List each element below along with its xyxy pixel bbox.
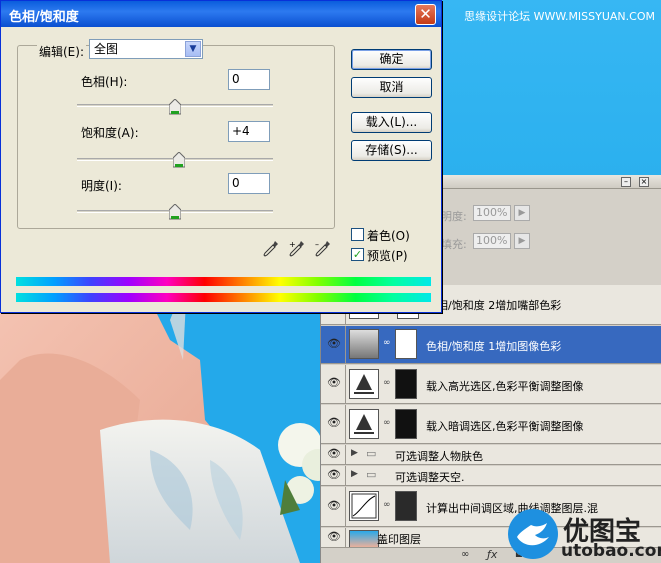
eye-icon[interactable]: 👁 (325, 447, 343, 463)
group-name: 可选调整人物肤色 (395, 450, 483, 463)
edit-select-value: 全图 (94, 42, 119, 56)
layer-group-sky[interactable]: 👁 ▶ ▭ 可选调整天空. (321, 466, 661, 486)
eyedropper-minus-icon[interactable]: – (315, 240, 331, 258)
hue-label: 色相(H): (81, 75, 128, 89)
output-hue-spectrum-bar (16, 293, 431, 302)
lightness-input[interactable]: 0 (228, 173, 270, 194)
fill-label: 填充: (441, 238, 467, 251)
opacity-dropdown-icon[interactable]: ▶ (514, 205, 530, 221)
layer-name: 盖印图层 (377, 533, 421, 546)
folder-icon: ▭ (366, 447, 377, 460)
dialog-titlebar[interactable]: 色相/饱和度 ✕ (1, 1, 441, 27)
layer-row-hue-sat-1[interactable]: 👁 ∞ 色相/饱和度 1增加图像色彩 (321, 326, 661, 364)
colorize-checkbox[interactable] (351, 228, 364, 241)
color-balance-thumbnail (349, 409, 379, 439)
opacity-label: 明度: (441, 210, 467, 223)
link-layers-icon[interactable]: ∞ (461, 549, 469, 560)
mask-thumbnail (395, 409, 417, 439)
opacity-field[interactable]: 100% (473, 205, 511, 221)
chain-link-icon: ∞ (383, 378, 391, 388)
logo-url: utobao.com (561, 541, 661, 561)
eye-icon[interactable]: 👁 (325, 499, 343, 515)
utobao-logo: 优图宝 utobao.com (505, 505, 661, 563)
chevron-down-icon[interactable]: ▼ (185, 41, 201, 57)
layer-row-highlight-balance[interactable]: 👁 ∞ 载入高光选区,色彩平衡调整图像 (321, 365, 661, 404)
close-button[interactable]: ✕ (415, 4, 436, 25)
expand-triangle-icon[interactable]: ▶ (351, 448, 358, 458)
hue-saturation-dialog: 色相/饱和度 ✕ 编辑(E): 全图 ▼ 色相(H): 0 饱和度(A): +4… (0, 0, 442, 313)
edit-select[interactable]: 全图 ▼ (89, 39, 203, 59)
fill-field[interactable]: 100% (473, 233, 511, 249)
mask-thumbnail (395, 491, 417, 521)
layer-name: 载入高光选区,色彩平衡调整图像 (426, 380, 584, 393)
cancel-button[interactable]: 取消 (351, 77, 432, 98)
chain-link-icon: ∞ (383, 418, 391, 428)
chain-link-icon: ∞ (383, 338, 391, 348)
close-icon[interactable]: × (639, 177, 649, 187)
layer-name: 色相/饱和度 2增加嘴部色彩 (426, 299, 562, 312)
eye-icon[interactable]: 👁 (325, 337, 343, 353)
background-photo-bride (0, 300, 330, 563)
ok-button[interactable]: 确定 (351, 49, 432, 70)
saturation-slider-thumb[interactable] (172, 152, 185, 168)
load-button[interactable]: 载入(L)... (351, 112, 432, 133)
edit-label: 编辑(E): (37, 43, 86, 60)
settings-group (17, 45, 335, 229)
colorize-label: 着色(O) (367, 229, 410, 243)
image-thumbnail (349, 530, 379, 548)
layer-group-skin[interactable]: 👁 ▶ ▭ 可选调整人物肤色 (321, 445, 661, 465)
save-button[interactable]: 存储(S)... (351, 140, 432, 161)
eye-icon[interactable]: 👁 (325, 416, 343, 432)
curves-thumbnail (349, 491, 379, 521)
site-watermark: 思缘设计论坛 WWW.MISSYUAN.COM (464, 10, 655, 23)
bird-logo-icon (508, 509, 558, 559)
eye-icon[interactable]: 👁 (325, 468, 343, 484)
eye-icon[interactable]: 👁 (325, 530, 343, 546)
layer-style-icon[interactable]: ƒx (487, 548, 497, 561)
expand-triangle-icon[interactable]: ▶ (351, 469, 358, 479)
mask-thumbnail (395, 369, 417, 399)
svg-text:–: – (315, 240, 319, 249)
input-hue-spectrum-bar (16, 277, 431, 286)
saturation-input[interactable]: +4 (228, 121, 270, 142)
svg-text:+: + (289, 240, 296, 249)
hue-slider-thumb[interactable] (169, 99, 181, 115)
preview-checkbox[interactable]: ✓ (351, 248, 364, 261)
chain-link-icon: ∞ (383, 500, 391, 510)
layer-name: 色相/饱和度 1增加图像色彩 (426, 340, 562, 353)
group-name: 可选调整天空. (395, 471, 465, 484)
mask-thumbnail (395, 329, 417, 359)
eyedropper-plus-icon[interactable]: + (289, 240, 305, 258)
fill-dropdown-icon[interactable]: ▶ (514, 233, 530, 249)
layer-name: 载入暗调选区,色彩平衡调整图像 (426, 420, 584, 433)
layer-row-shadow-balance[interactable]: 👁 ∞ 载入暗调选区,色彩平衡调整图像 (321, 405, 661, 444)
lightness-label: 明度(I): (81, 179, 122, 193)
hue-input[interactable]: 0 (228, 69, 270, 90)
adjustment-thumbnail (349, 329, 379, 359)
minimize-icon[interactable]: – (621, 177, 631, 187)
folder-icon: ▭ (366, 468, 377, 481)
lightness-slider-thumb[interactable] (169, 204, 181, 220)
eye-icon[interactable]: 👁 (325, 376, 343, 392)
saturation-label: 饱和度(A): (81, 126, 139, 140)
preview-label: 预览(P) (367, 249, 408, 263)
dialog-title: 色相/饱和度 (9, 10, 79, 25)
color-balance-thumbnail (349, 369, 379, 399)
eyedropper-icon[interactable] (263, 240, 279, 258)
